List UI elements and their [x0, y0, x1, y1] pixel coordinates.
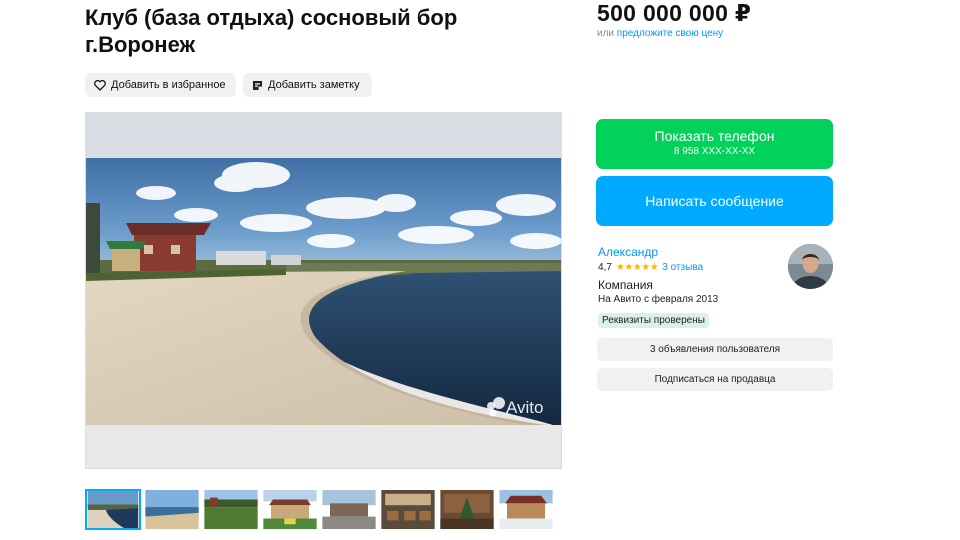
reviews-link[interactable]: 3 отзыва [662, 262, 703, 273]
rating-stars-icon: ★★★★★ [615, 262, 659, 273]
seller-since: На Авито с февраля 2013 [598, 294, 719, 305]
add-note-label: Добавить заметку [268, 79, 360, 91]
write-message-button[interactable]: Написать сообщение [596, 176, 833, 226]
rating-value: 4,7 [598, 262, 612, 273]
seller-avatar[interactable] [788, 244, 833, 289]
thumbnail-strip [85, 489, 557, 530]
price-or-text: или [597, 28, 615, 39]
seller-rating: 4,7 ★★★★★ 3 отзыва [598, 262, 703, 273]
price: 500 000 000 ₽ [597, 0, 752, 26]
seller-ads-button[interactable]: 3 объявления пользователя [597, 338, 833, 361]
show-phone-label: Показать телефон [654, 128, 775, 144]
add-to-favorites-label: Добавить в избранное [111, 79, 226, 91]
thumbnail[interactable] [439, 489, 495, 530]
masked-phone-number: 8 958 XXX-XX-XX [673, 146, 756, 157]
seller-name-link[interactable]: Александр [598, 245, 658, 259]
thumbnail[interactable] [380, 489, 436, 530]
note-icon [253, 80, 262, 90]
thumbnail[interactable] [144, 489, 200, 530]
avito-watermark-text: Avito [506, 398, 544, 417]
price-offer-line: или предложите свою цену [597, 28, 723, 39]
add-to-favorites-button[interactable]: Добавить в избранное [85, 73, 236, 97]
heart-icon [94, 79, 106, 91]
listing-title: Клуб (база отдыха) сосновый бор г.Вороне… [85, 5, 458, 57]
verified-badge: Реквизиты проверены [598, 313, 709, 328]
offer-price-link[interactable]: предложите свою цену [617, 28, 723, 39]
show-phone-button[interactable]: Показать телефон 8 958 XXX-XX-XX [596, 119, 833, 169]
main-photo[interactable]: Avito [85, 112, 562, 469]
thumbnail[interactable] [203, 489, 259, 530]
subscribe-seller-button[interactable]: Подписаться на продавца [597, 368, 833, 391]
add-note-button[interactable]: Добавить заметку [243, 73, 372, 97]
thumbnail[interactable] [85, 489, 141, 530]
avito-watermark: Avito [487, 397, 544, 417]
thumbnail[interactable] [321, 489, 377, 530]
thumbnail[interactable] [262, 489, 318, 530]
seller-type: Компания [598, 278, 653, 292]
thumbnail[interactable] [498, 489, 554, 530]
